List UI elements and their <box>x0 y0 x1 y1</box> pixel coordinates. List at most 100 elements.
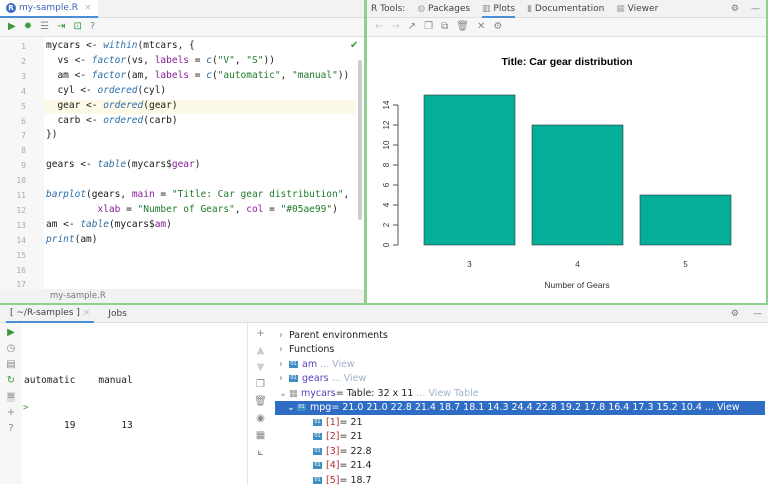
variable-row[interactable]: 01 [3] = 22.8 <box>275 444 765 458</box>
line-number: 1 <box>21 42 26 51</box>
code-line[interactable]: cyl <- ordered(cyl) <box>46 85 166 96</box>
view-link[interactable]: ... View <box>332 373 367 384</box>
gear-icon[interactable]: ⚙ <box>731 4 739 14</box>
code-token: )) <box>337 69 350 81</box>
y-tick-label: 10 <box>382 140 391 149</box>
debug-step-icon[interactable]: ⊡ <box>73 22 81 32</box>
view-link[interactable]: ... View <box>320 359 355 370</box>
console-output[interactable]: automatic manual 19 13 <box>24 343 133 463</box>
export-icon[interactable]: ↗ <box>408 22 416 32</box>
help-icon[interactable]: ? <box>8 424 13 434</box>
chevron-right-icon[interactable]: › <box>279 344 289 355</box>
debug-icon[interactable]: ✹ <box>24 22 32 32</box>
minimize-icon[interactable]: — <box>753 309 762 319</box>
help-icon[interactable]: ? <box>90 22 95 32</box>
variable-row[interactable]: › Functions <box>275 343 765 357</box>
code-token: carb <- <box>46 114 104 126</box>
tab-viewer[interactable]: ▦ Viewer <box>616 4 658 14</box>
variable-row[interactable]: 01 [5] = 18.7 <box>275 473 765 487</box>
trash-icon[interactable]: 🗑 <box>254 397 267 407</box>
tab-my-sample[interactable]: R my-sample.R × <box>0 0 98 18</box>
soft-wrap-icon[interactable]: ≡ <box>6 392 16 402</box>
console-prompt[interactable]: > <box>23 403 28 413</box>
step-icon[interactable]: ⇥ <box>57 22 65 32</box>
history-icon[interactable]: ◷ <box>7 344 16 354</box>
code-token: (cyl) <box>137 84 167 96</box>
variable-name: [3] <box>326 445 340 457</box>
code-line[interactable]: vs <- factor(vs, labels = c("V", "S")) <box>46 54 274 66</box>
chevron-right-icon[interactable]: › <box>279 330 289 341</box>
code-token: (mycars$ <box>126 159 172 171</box>
variable-row[interactable]: ⌄ 01 mpg = 21.0 21.0 22.8 21.4 18.7 18.1 1… <box>275 400 765 415</box>
code-token: print <box>46 233 75 245</box>
run-icon[interactable]: ▶ <box>8 22 16 32</box>
rtools-label: R Tools: <box>371 3 406 14</box>
line-number: 13 <box>16 220 26 230</box>
gear-icon[interactable]: ⚙ <box>731 309 739 319</box>
code-line[interactable]: barplot(gears, main = "Title: Car gear d… <box>46 189 349 200</box>
code-token: (vs, <box>126 54 155 66</box>
variable-row[interactable]: › 01 gears... View <box>275 372 765 386</box>
chevron-right-icon[interactable]: › <box>279 359 289 370</box>
chevron-right-icon[interactable]: › <box>279 373 289 384</box>
plots-toolbar: ← → ↗ ❐ ⧉ 🗑 ✕ ⚙ <box>367 18 766 37</box>
variable-row[interactable]: 01 [4] = 21.4 <box>275 459 765 473</box>
up-icon[interactable]: ▲ <box>257 346 265 356</box>
chevron-down-icon[interactable]: ⌄ <box>287 402 297 413</box>
code-line[interactable]: gear <- ordered(gear) <box>46 100 177 111</box>
tab-plots[interactable]: ▥ Plots <box>482 0 516 18</box>
group-label: Functions <box>289 344 335 355</box>
code-line[interactable]: am <- factor(am, labels = c("automatic",… <box>46 70 349 81</box>
code-token: = <box>189 69 207 81</box>
watch-icon[interactable]: ◉ <box>256 414 265 424</box>
code-line[interactable]: mycars <- within(mtcars, { <box>46 40 195 51</box>
minimize-icon[interactable]: — <box>751 4 760 14</box>
folder-icon[interactable]: ▤ <box>6 360 15 370</box>
close-icon[interactable]: ✕ <box>477 22 485 32</box>
code-token: ) <box>166 218 172 230</box>
x-tick-label: 4 <box>575 260 580 269</box>
variable-row[interactable]: 01 [2] = 21 <box>275 430 765 444</box>
code-line[interactable]: print(am) <box>46 234 98 245</box>
back-arrow-icon[interactable]: ← <box>375 22 383 32</box>
code-line[interactable]: xlab = "Number of Gears", col = "#05ae99… <box>46 204 337 215</box>
code-line[interactable]: gears <- table(mycars$gear) <box>46 159 200 170</box>
chevron-down-icon[interactable]: ⌄ <box>279 388 289 399</box>
table-icon[interactable]: ▦ <box>256 431 265 441</box>
code-token: (am) <box>74 233 98 245</box>
variable-row[interactable]: › Parent environments <box>275 328 765 342</box>
line-number: 5 <box>21 101 26 111</box>
vector-icon: 01 <box>313 418 322 426</box>
code-line[interactable]: }) <box>46 129 57 140</box>
code-line[interactable]: am <- table(mycars$am) <box>46 219 172 230</box>
close-icon[interactable]: × <box>83 308 91 318</box>
variable-row[interactable]: › 01 am... View <box>275 357 765 371</box>
view-link[interactable]: ... View Table <box>416 388 478 399</box>
run-icon[interactable]: ▶ <box>7 328 15 338</box>
run-selection-icon[interactable]: ☰ <box>40 22 49 32</box>
copy-icon[interactable]: ❐ <box>424 22 433 32</box>
code-line[interactable]: carb <- ordered(carb) <box>46 114 177 126</box>
add-icon[interactable]: + <box>256 329 264 339</box>
tab-documentation[interactable]: ▮ Documentation <box>527 4 604 14</box>
forward-arrow-icon[interactable]: → <box>391 22 399 32</box>
vector-icon: 01 <box>289 360 298 368</box>
variable-row[interactable]: 01 [1] = 21 <box>275 415 765 429</box>
view-link[interactable]: ... View <box>705 402 740 413</box>
zoom-icon[interactable]: ⧉ <box>441 22 448 32</box>
editor-scrollbar[interactable] <box>358 60 362 220</box>
variable-row[interactable]: ⌄ ▦ mycars = Table: 32 x 11... View Table <box>275 386 765 400</box>
copy-icon[interactable]: ❐ <box>256 380 265 390</box>
plot-icon[interactable]: ⟀ <box>258 448 264 458</box>
down-icon[interactable]: ▼ <box>257 363 265 373</box>
editor-tabbar: R my-sample.R × <box>0 0 364 18</box>
tab-packages[interactable]: ◍ Packages <box>417 4 470 14</box>
restart-icon[interactable]: ↻ <box>7 376 15 386</box>
settings-icon[interactable]: ⚙ <box>493 22 502 32</box>
add-icon[interactable]: + <box>7 408 15 418</box>
tab-jobs[interactable]: Jobs <box>108 309 127 319</box>
close-icon[interactable]: × <box>84 3 92 13</box>
tab-console[interactable]: [ ~/R-samples ] × <box>6 305 95 323</box>
line-number: 3 <box>21 71 26 81</box>
trash-icon[interactable]: 🗑 <box>456 22 469 32</box>
